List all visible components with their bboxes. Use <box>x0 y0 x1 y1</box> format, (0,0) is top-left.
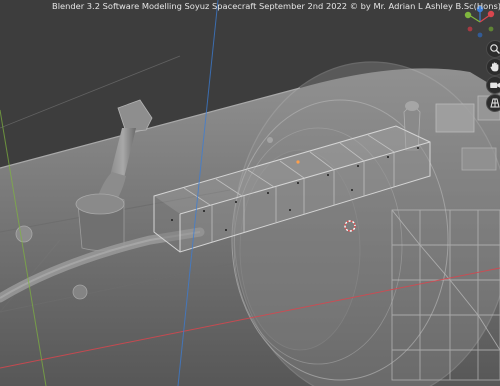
hull-fitting <box>72 284 88 300</box>
antenna-head <box>405 101 419 111</box>
zoom-tool[interactable] <box>486 40 500 58</box>
camera-icon <box>490 82 500 88</box>
neg-y-axis-handle[interactable] <box>488 26 494 32</box>
hull-fitting <box>267 137 273 143</box>
camera-view-tool[interactable] <box>486 76 500 94</box>
x-axis-handle[interactable] <box>487 10 495 18</box>
grid-perspective-icon <box>490 98 500 108</box>
perspective-toggle[interactable] <box>486 94 500 112</box>
pan-tool[interactable] <box>486 58 500 76</box>
magnifier-icon <box>490 44 500 54</box>
viewport-scene[interactable] <box>0 0 500 386</box>
hull-fitting <box>15 225 33 243</box>
neg-x-axis-handle[interactable] <box>467 26 473 32</box>
neg-z-axis-handle[interactable] <box>477 32 483 38</box>
hand-icon <box>490 62 499 72</box>
equipment-box <box>435 103 475 133</box>
antenna-base-top <box>75 193 125 215</box>
object-origin <box>296 160 300 164</box>
equipment-box <box>461 147 497 171</box>
viewport-title-overlay: Blender 3.2 Software Modelling Soyuz Spa… <box>52 1 500 11</box>
y-axis-handle[interactable] <box>464 11 472 19</box>
3d-viewport[interactable]: Blender 3.2 Software Modelling Soyuz Spa… <box>0 0 500 386</box>
